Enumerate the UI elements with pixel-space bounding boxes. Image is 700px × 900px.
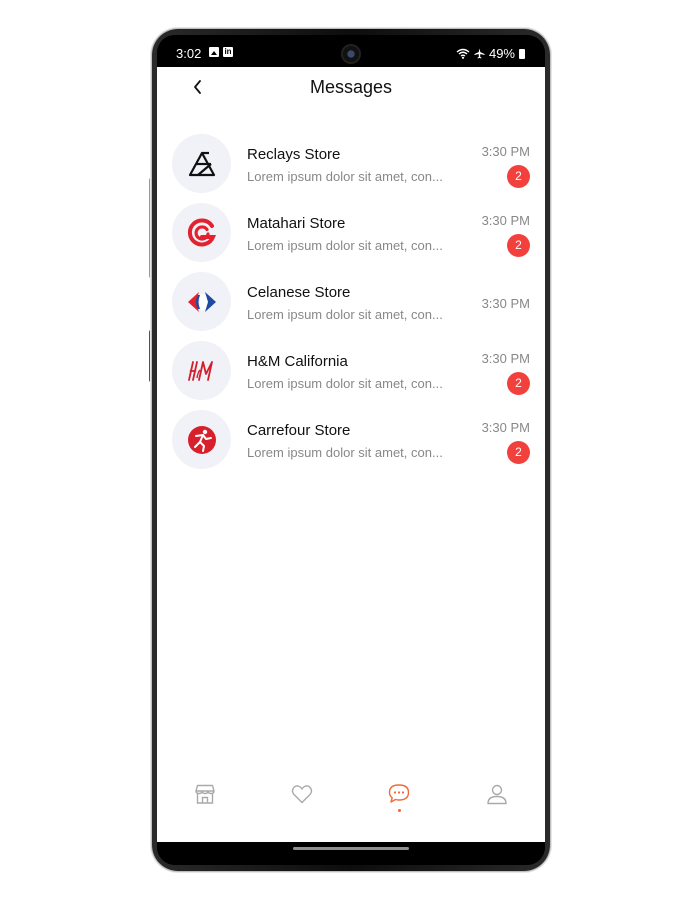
store-name: H&M California bbox=[247, 353, 348, 370]
bottom-navigation bbox=[157, 772, 545, 842]
home-gesture-bar[interactable] bbox=[293, 847, 409, 850]
message-time: 3:30 PM bbox=[481, 144, 530, 159]
gallery-notification-icon bbox=[209, 47, 219, 57]
status-notification-icons: in bbox=[209, 47, 233, 57]
message-time: 3:30 PM bbox=[481, 213, 530, 228]
hm-logo-icon bbox=[187, 360, 213, 381]
unread-badge: 2 bbox=[507, 372, 530, 395]
front-camera bbox=[343, 46, 359, 62]
store-icon bbox=[195, 784, 215, 804]
canvas: 3:02 in 49% Messages Reclays Store Lorem… bbox=[0, 0, 700, 900]
status-bar: 3:02 in 49% bbox=[157, 35, 545, 67]
unread-badge: 2 bbox=[507, 234, 530, 257]
phone-screen: 3:02 in 49% Messages Reclays Store Lorem… bbox=[157, 35, 545, 865]
message-item-reclays[interactable]: Reclays Store Lorem ipsum dolor sit amet… bbox=[157, 134, 545, 203]
nav-profile[interactable] bbox=[477, 782, 517, 822]
wifi-icon bbox=[456, 48, 470, 59]
message-preview: Lorem ipsum dolor sit amet, con... bbox=[247, 307, 443, 322]
header: Messages bbox=[157, 67, 545, 112]
store-avatar bbox=[172, 410, 231, 469]
carrefour-logo-icon bbox=[187, 425, 216, 454]
message-preview: Lorem ipsum dolor sit amet, con... bbox=[247, 376, 443, 391]
store-avatar bbox=[172, 203, 231, 262]
status-time: 3:02 bbox=[176, 46, 202, 61]
heart-icon bbox=[291, 785, 313, 804]
message-time: 3:30 PM bbox=[481, 296, 530, 311]
status-system-icons: 49% bbox=[456, 46, 525, 61]
nav-favorites[interactable] bbox=[282, 782, 322, 822]
reclays-logo-icon bbox=[188, 151, 215, 176]
battery-percentage: 49% bbox=[488, 46, 515, 61]
message-preview: Lorem ipsum dolor sit amet, con... bbox=[247, 169, 443, 184]
user-icon bbox=[487, 784, 507, 805]
active-indicator-dot bbox=[397, 809, 401, 812]
message-preview: Lorem ipsum dolor sit amet, con... bbox=[247, 238, 443, 253]
unread-badge: 2 bbox=[507, 165, 530, 188]
message-list: Reclays Store Lorem ipsum dolor sit amet… bbox=[157, 134, 545, 479]
battery-icon bbox=[519, 48, 525, 59]
message-time: 3:30 PM bbox=[481, 351, 530, 366]
store-name: Carrefour Store bbox=[247, 422, 351, 439]
nav-store[interactable] bbox=[185, 782, 225, 822]
message-item-hm[interactable]: H&M California Lorem ipsum dolor sit ame… bbox=[157, 341, 545, 410]
matahari-logo-icon bbox=[187, 218, 216, 246]
celanese-logo-icon bbox=[187, 291, 216, 312]
nav-messages[interactable] bbox=[379, 782, 419, 822]
message-item-matahari[interactable]: Matahari Store Lorem ipsum dolor sit ame… bbox=[157, 203, 545, 272]
message-time: 3:30 PM bbox=[481, 420, 530, 435]
message-preview: Lorem ipsum dolor sit amet, con... bbox=[247, 445, 443, 460]
store-avatar bbox=[172, 272, 231, 331]
airplane-mode-icon bbox=[474, 48, 485, 59]
store-name: Celanese Store bbox=[247, 284, 351, 301]
message-item-celanese[interactable]: Celanese Store Lorem ipsum dolor sit ame… bbox=[157, 272, 545, 341]
store-avatar bbox=[172, 134, 231, 193]
messages-screen: Messages Reclays Store Lorem ipsum dolor… bbox=[157, 67, 545, 842]
chat-icon bbox=[388, 784, 410, 803]
system-navigation-bar bbox=[157, 842, 545, 865]
store-avatar bbox=[172, 341, 231, 400]
message-item-carrefour[interactable]: Carrefour Store Lorem ipsum dolor sit am… bbox=[157, 410, 545, 479]
unread-badge: 2 bbox=[507, 441, 530, 464]
store-name: Matahari Store bbox=[247, 215, 346, 232]
store-name: Reclays Store bbox=[247, 146, 341, 163]
linkedin-notification-icon: in bbox=[223, 47, 233, 57]
page-title: Messages bbox=[309, 77, 393, 97]
